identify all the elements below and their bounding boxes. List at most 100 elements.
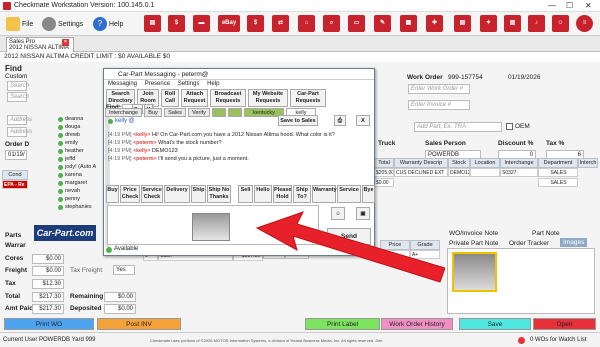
quick-please-hold-button[interactable]: Please Hold [273,185,292,203]
print-label-button[interactable]: Print Label [305,318,380,330]
quick-buy-button[interactable]: Buy [106,185,119,203]
menu-settings[interactable]: Settings [178,81,200,87]
dollar-icon[interactable]: $ [168,15,185,32]
tab-interchange[interactable]: Interchange [105,108,142,117]
quick-delivery-button[interactable]: Delivery [164,185,190,203]
puzzle-icon[interactable]: ✦ [480,15,497,32]
carpart-requests-button[interactable]: Car-Part Requests [290,89,326,107]
contact-item[interactable]: emily [58,140,78,146]
alert-icon[interactable] [518,337,525,344]
invoice-input[interactable]: Enter Invoice # [408,100,470,110]
tax-freight-select[interactable]: Yes [113,265,135,275]
file-button[interactable]: File [6,16,33,32]
quick-sell-button[interactable]: Sell [238,185,253,203]
freight-field[interactable]: $0.00 [32,266,64,276]
contact-item[interactable]: jody! (Auto A [58,164,96,170]
search-field-1[interactable]: Search [7,81,29,91]
inventory-icon[interactable]: ▤ [454,15,471,32]
invoice-icon[interactable]: ▤ [144,15,161,32]
quick-warranty-button[interactable]: Warranty [312,185,337,203]
attach-request-button[interactable]: Attach Request [181,89,208,107]
database-icon[interactable]: ≡ [576,15,593,32]
contact-item[interactable]: deanna [58,116,83,122]
tab-images[interactable]: Images [560,238,588,247]
quick-hello-button[interactable]: Hello [254,185,272,203]
cores-field[interactable]: $0.00 [32,254,64,264]
contact-item[interactable]: nevah [58,188,80,194]
remaining-field[interactable]: $0.00 [104,292,136,302]
tab-private-part-note[interactable]: Private Part Note [449,240,499,247]
available-label[interactable]: Available [114,246,138,252]
order-date-field[interactable]: 01/19/ [5,150,27,160]
open-button[interactable]: Open [533,318,596,330]
tab-verify[interactable]: Verify [188,108,210,117]
print-button[interactable]: ⎙ [334,115,346,126]
tab-sales[interactable]: Sales [164,108,186,117]
menu-messaging[interactable]: Messaging [108,81,137,87]
row2-department[interactable]: SALES [538,178,578,187]
tax-field[interactable]: $12.30 [32,279,64,289]
calendar-icon[interactable]: ▦ [400,15,417,32]
quick-ship-button[interactable]: Ship [191,185,206,203]
menu-help[interactable]: Help [207,81,219,87]
ebay-button[interactable]: eBay [218,15,240,32]
tab-part-note[interactable]: Part Note [532,230,559,237]
vehicle-thumbnail[interactable] [452,252,497,292]
bell-icon[interactable]: ♪ [528,15,545,32]
amt-paid-field[interactable]: $217.30 [32,304,64,314]
tab-close-icon[interactable]: ✕ [62,39,69,46]
save-to-sales-button[interactable]: Save to Sales [278,115,318,126]
contact-item[interactable]: douga [58,124,80,130]
quick-price-check-button[interactable]: Price Check [120,185,140,203]
cash-icon[interactable]: $ [247,15,264,32]
quick-service-button[interactable]: Service [337,185,361,203]
transfer-icon[interactable]: ⇄ [272,15,289,32]
tab-order-tracker[interactable]: Order Tracker [509,240,549,247]
add-part-input[interactable]: Add Part, Ex. TRA [414,122,502,132]
contact-item[interactable]: margaret [58,180,87,186]
tools-icon[interactable]: ✚ [426,15,443,32]
watch-list-count[interactable]: 0 WOs for Watch List [530,333,586,347]
address-field-1[interactable]: Address [7,115,32,125]
tab-contact-1[interactable] [212,108,226,117]
search-field-2[interactable]: Search [7,92,29,102]
people-icon[interactable]: ☺ [552,15,569,32]
tab-contact-2[interactable] [228,108,242,117]
print-wo-button[interactable]: Print WO [4,318,94,330]
oem-checkbox[interactable] [506,123,513,130]
search-icon[interactable]: ⌕ [323,15,340,32]
contact-item[interactable]: penny [58,196,80,202]
car-icon[interactable]: ▬ [193,15,210,32]
attached-vehicle-image[interactable] [192,213,230,241]
truck-icon[interactable]: ▭ [348,15,365,32]
deposited-field[interactable]: $0.00 [104,304,136,314]
work-order-input[interactable]: Enter Work Order # [408,84,470,94]
row1-department[interactable]: SALES [538,168,578,177]
tab-wo-invoice-note[interactable]: WO/Invoice Note [449,230,498,237]
save-button[interactable]: Save [459,318,531,330]
contact-item[interactable]: heather [58,148,84,154]
quick-ship-to-button[interactable]: Ship To? [293,185,311,203]
website-requests-button[interactable]: My Website Requests [248,89,288,107]
chart-icon[interactable]: ▥ [504,15,521,32]
broadcast-requests-button[interactable]: Broadcast Requests [210,89,246,107]
address-field-2[interactable]: Address [7,127,32,137]
contact-item[interactable]: drewb [58,132,80,138]
contact-item[interactable]: jeffd [58,156,75,162]
work-order-history-button[interactable]: Work Order History [381,318,453,330]
wrench-icon[interactable]: ✎ [374,15,391,32]
close-chat-button[interactable]: X [356,115,370,126]
quick-bye-button[interactable]: Bye [362,185,375,203]
maximize-icon[interactable]: ☐ [566,1,573,10]
contact-item[interactable]: karena [58,172,82,178]
minimize-icon[interactable]: — [548,1,556,10]
settings-button[interactable]: Settings [42,16,83,32]
home-icon[interactable]: ⌂ [298,15,315,32]
tab-buy[interactable]: Buy [144,108,162,117]
quick-ship-no-thanks-button[interactable]: Ship No Thanks [207,185,231,203]
close-icon[interactable]: ✕ [585,1,592,10]
quick-service-check-button[interactable]: Service Check [141,185,163,203]
menu-presence[interactable]: Presence [145,81,170,87]
total-field[interactable]: $217.30 [32,292,64,302]
post-inv-button[interactable]: Post INV [97,318,181,330]
